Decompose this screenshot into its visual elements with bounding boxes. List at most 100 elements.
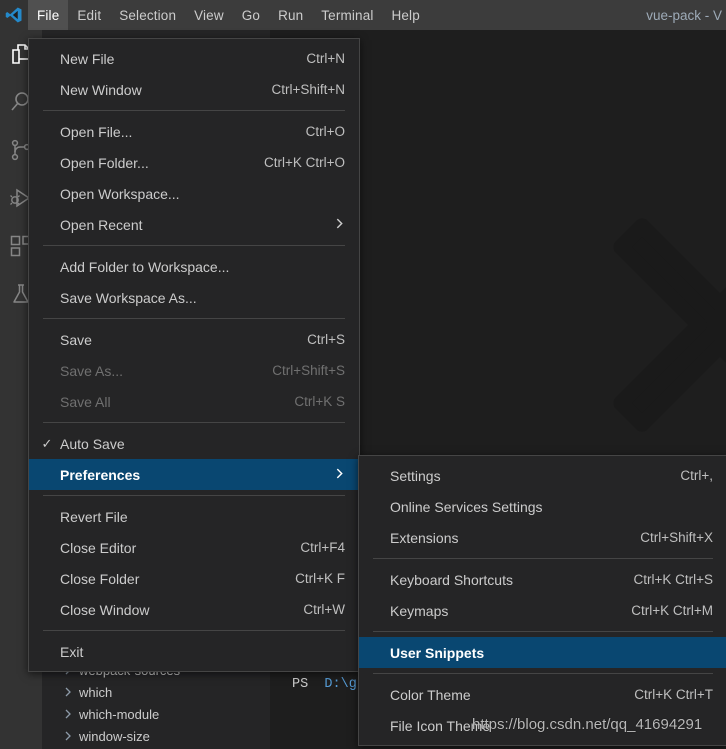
menu-item-close-folder[interactable]: Close Folder Ctrl+K F	[29, 563, 359, 594]
menu-item-label: Open Recent	[60, 216, 143, 233]
menu-item-shortcut: Ctrl+,	[680, 468, 713, 483]
menu-separator	[373, 558, 713, 559]
menu-item-exit[interactable]: Exit	[29, 636, 359, 667]
tree-row[interactable]: which	[42, 681, 270, 703]
tree-row-label: which	[79, 684, 113, 700]
menu-title-selection[interactable]: Selection	[110, 0, 185, 30]
vscode-watermark-x-icon	[613, 218, 726, 432]
menu-item-label: Revert File	[60, 508, 128, 525]
menu-item-shortcut: Ctrl+O	[305, 124, 345, 139]
menu-item-shortcut: Ctrl+K Ctrl+S	[633, 572, 713, 587]
menu-title-go[interactable]: Go	[233, 0, 269, 30]
menu-item-shortcut: Ctrl+K Ctrl+M	[631, 603, 713, 618]
chevron-right-icon	[60, 706, 76, 722]
menu-item-label: Auto Save	[60, 435, 125, 452]
menu-item-close-editor[interactable]: Close Editor Ctrl+F4	[29, 532, 359, 563]
menu-item-save-workspace-as[interactable]: Save Workspace As...	[29, 282, 359, 313]
chevron-right-icon	[60, 728, 76, 744]
menu-title-file[interactable]: File	[28, 0, 69, 30]
checkmark-icon: ✓	[41, 435, 53, 451]
chevron-right-icon	[334, 217, 345, 232]
menu-item-shortcut: Ctrl+Shift+N	[271, 82, 345, 97]
menu-separator	[373, 631, 713, 632]
menu-item-add-folder-to-workspace[interactable]: Add Folder to Workspace...	[29, 251, 359, 282]
preferences-submenu: Settings Ctrl+, Online Services Settings Ex…	[358, 455, 726, 746]
menu-item-open-file[interactable]: Open File... Ctrl+O	[29, 116, 359, 147]
menu-item-shortcut: Ctrl+K F	[295, 571, 345, 586]
vscode-logo	[0, 0, 28, 30]
csdn-watermark: https://blog.csdn.net/qq_41694291	[472, 716, 703, 733]
menu-item-user-snippets[interactable]: User Snippets	[359, 637, 726, 668]
chevron-right-icon	[334, 467, 345, 482]
menu-title-edit[interactable]: Edit	[68, 0, 110, 30]
menu-separator	[43, 495, 345, 496]
file-menu-dropdown: New File Ctrl+N New Window Ctrl+Shift+N Open…	[28, 38, 360, 672]
menu-item-label: Preferences	[60, 466, 141, 483]
terminal-path: D:\g	[324, 677, 357, 692]
tree-row-label: window-size	[79, 728, 150, 744]
menu-item-label: New Window	[60, 81, 142, 98]
menu-item-shortcut: Ctrl+S	[307, 332, 345, 347]
menu-title-run[interactable]: Run	[269, 0, 312, 30]
menu-item-auto-save[interactable]: ✓ Auto Save	[29, 428, 359, 459]
menu-item-settings[interactable]: Settings Ctrl+,	[359, 460, 726, 491]
menu-item-revert-file[interactable]: Revert File	[29, 501, 359, 532]
menu-item-shortcut: Ctrl+K S	[294, 394, 345, 409]
menu-item-label: Settings	[390, 467, 441, 484]
menu-item-shortcut: Ctrl+N	[306, 51, 345, 66]
menu-item-label: User Snippets	[390, 644, 485, 661]
menu-item-shortcut: Ctrl+K Ctrl+O	[263, 155, 345, 170]
menu-item-new-file[interactable]: New File Ctrl+N	[29, 43, 359, 74]
menu-item-extensions[interactable]: Extensions Ctrl+Shift+X	[359, 522, 726, 553]
menu-item-label: Extensions	[390, 529, 459, 546]
menu-item-label: Add Folder to Workspace...	[60, 258, 230, 275]
menu-separator	[373, 673, 713, 674]
menu-item-open-recent[interactable]: Open Recent	[29, 209, 359, 240]
menu-item-new-window[interactable]: New Window Ctrl+Shift+N	[29, 74, 359, 105]
menu-item-label: Online Services Settings	[390, 498, 543, 515]
menu-item-label: Save	[60, 331, 92, 348]
menu-title-view[interactable]: View	[185, 0, 233, 30]
menu-item-keymaps[interactable]: Keymaps Ctrl+K Ctrl+M	[359, 595, 726, 626]
menu-title-terminal[interactable]: Terminal	[312, 0, 382, 30]
menu-separator	[43, 318, 345, 319]
tree-row[interactable]: window-size	[42, 725, 270, 747]
tree-row[interactable]: which-module	[42, 703, 270, 725]
menu-item-label: Open Workspace...	[60, 185, 180, 202]
menu-item-close-window[interactable]: Close Window Ctrl+W	[29, 594, 359, 625]
menu-separator	[43, 422, 345, 423]
menu-item-shortcut: Ctrl+K Ctrl+T	[634, 687, 713, 702]
menu-item-save[interactable]: Save Ctrl+S	[29, 324, 359, 355]
title-bar: File Edit Selection View Go Run Terminal Help v…	[0, 0, 726, 30]
chevron-right-icon	[60, 684, 76, 700]
menu-item-preferences[interactable]: Preferences	[29, 459, 359, 490]
menu-item-label: Close Window	[60, 601, 150, 618]
menu-item-label: Color Theme	[390, 686, 471, 703]
vscode-window: PS D:\g which which-module window-size F…	[0, 0, 726, 749]
menu-item-open-folder[interactable]: Open Folder... Ctrl+K Ctrl+O	[29, 147, 359, 178]
menu-item-label: Exit	[60, 643, 84, 660]
menu-item-label: Close Folder	[60, 570, 140, 587]
menu-item-label: Close Editor	[60, 539, 137, 556]
menu-item-open-workspace[interactable]: Open Workspace...	[29, 178, 359, 209]
menu-item-label: Save Workspace As...	[60, 289, 197, 306]
window-title: vue-pack - V	[646, 7, 722, 23]
menu-item-keyboard-shortcuts[interactable]: Keyboard Shortcuts Ctrl+K Ctrl+S	[359, 564, 726, 595]
menu-item-save-all: Save All Ctrl+K S	[29, 386, 359, 417]
menu-item-shortcut: Ctrl+Shift+X	[640, 530, 713, 545]
menu-item-label: New File	[60, 50, 115, 67]
menu-separator	[43, 630, 345, 631]
terminal-ps: PS	[292, 677, 309, 692]
menu-item-shortcut: Ctrl+W	[303, 602, 345, 617]
file-tree: webpack-sourceswhichwhich-modulewindow-s…	[42, 659, 270, 749]
menu-item-label: Save As...	[60, 362, 124, 379]
menu-item-label: Keyboard Shortcuts	[390, 571, 513, 588]
tree-row-label: which-module	[79, 706, 160, 722]
menu-item-shortcut: Ctrl+Shift+S	[272, 363, 345, 378]
menu-item-color-theme[interactable]: Color Theme Ctrl+K Ctrl+T	[359, 679, 726, 710]
menu-item-label: Open File...	[60, 123, 133, 140]
menu-separator	[43, 110, 345, 111]
menu-title-help[interactable]: Help	[383, 0, 429, 30]
menu-item-shortcut: Ctrl+F4	[300, 540, 345, 555]
menu-item-online-services-settings[interactable]: Online Services Settings	[359, 491, 726, 522]
